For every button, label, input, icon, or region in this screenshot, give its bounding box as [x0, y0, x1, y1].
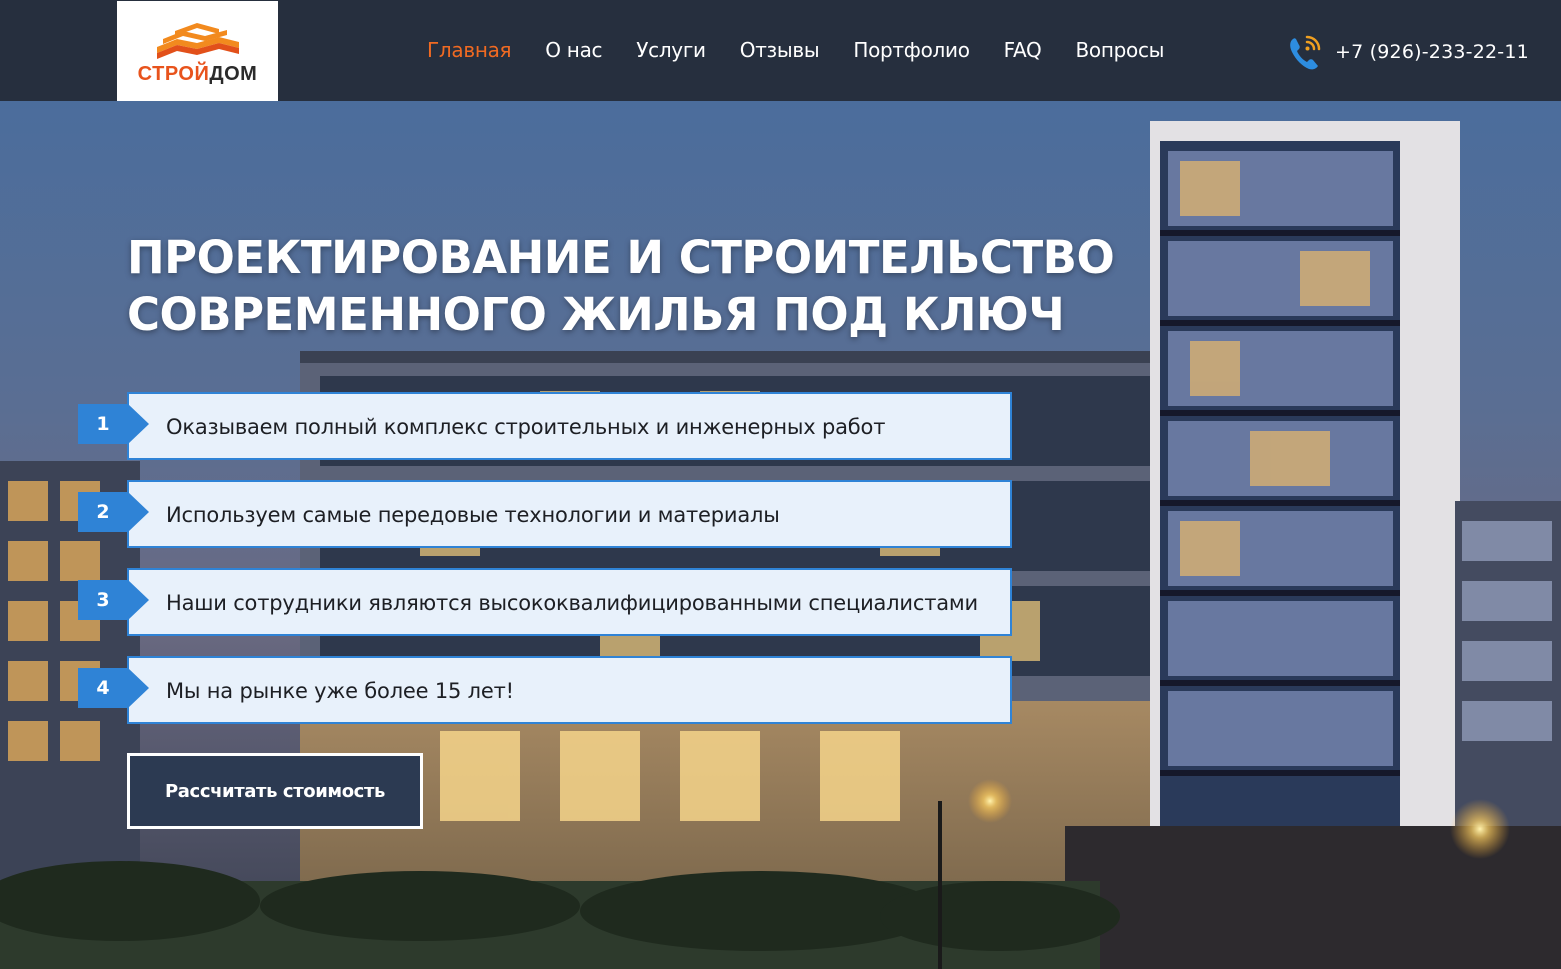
phone-number[interactable]: +7 (926)-233-22-11 [1335, 41, 1529, 63]
feature-number-badge: 2 [78, 492, 149, 532]
logo-text-part2: ДОМ [209, 63, 258, 85]
feature-number-badge: 3 [78, 580, 149, 620]
hero-title: ПРОЕКТИРОВАНИЕ И СТРОИТЕЛЬСТВО СОВРЕМЕНН… [127, 229, 1127, 343]
nav-item-portfolio[interactable]: Портфолио [836, 0, 986, 101]
nav-item-services[interactable]: Услуги [619, 0, 723, 101]
feature-number: 1 [96, 413, 110, 435]
feature-text: Используем самые передовые технологии и … [166, 503, 780, 527]
feature-text: Мы на рынке уже более 15 лет! [166, 679, 514, 703]
phone-signal-icon [1290, 35, 1321, 70]
feature-number-badge: 1 [78, 404, 149, 444]
nav-item-reviews[interactable]: Отзывы [723, 0, 837, 101]
logo-text-part1: СТРОЙ [137, 63, 210, 85]
nav-item-questions[interactable]: Вопросы [1058, 0, 1181, 101]
feature-item-1: Оказываем полный комплекс строительных и… [127, 392, 1012, 460]
feature-number: 4 [96, 677, 110, 699]
phone-contact[interactable]: +7 (926)-233-22-11 [1287, 32, 1529, 72]
hero-section: ПРОЕКТИРОВАНИЕ И СТРОИТЕЛЬСТВО СОВРЕМЕНН… [0, 101, 1561, 969]
hero-title-line1: ПРОЕКТИРОВАНИЕ И СТРОИТЕЛЬСТВО [127, 231, 1115, 284]
feature-item-2: Используем самые передовые технологии и … [127, 480, 1012, 548]
hero-title-line2: СОВРЕМЕННОГО ЖИЛЬЯ ПОД КЛЮЧ [127, 288, 1065, 341]
calculate-cost-button[interactable]: Рассчитать стоимость [127, 753, 423, 829]
logo-text: СТРОЙДОМ [117, 63, 278, 86]
feature-item-4: Мы на рынке уже более 15 лет! [127, 656, 1012, 724]
feature-number: 2 [96, 501, 110, 523]
main-nav: Главная О нас Услуги Отзывы Портфолио FA… [410, 0, 1181, 101]
nav-item-home[interactable]: Главная [410, 0, 528, 101]
feature-number-badge: 4 [78, 668, 149, 708]
nav-item-faq[interactable]: FAQ [987, 0, 1059, 101]
site-header: СТРОЙДОМ Главная О нас Услуги Отзывы Пор… [0, 0, 1561, 101]
nav-item-about[interactable]: О нас [528, 0, 619, 101]
feature-text: Оказываем полный комплекс строительных и… [166, 415, 886, 439]
logo[interactable]: СТРОЙДОМ [117, 1, 278, 101]
feature-text: Наши сотрудники являются высококвалифици… [166, 591, 978, 615]
feature-number: 3 [96, 589, 110, 611]
building-logo-icon [157, 23, 239, 59]
feature-item-3: Наши сотрудники являются высококвалифици… [127, 568, 1012, 636]
